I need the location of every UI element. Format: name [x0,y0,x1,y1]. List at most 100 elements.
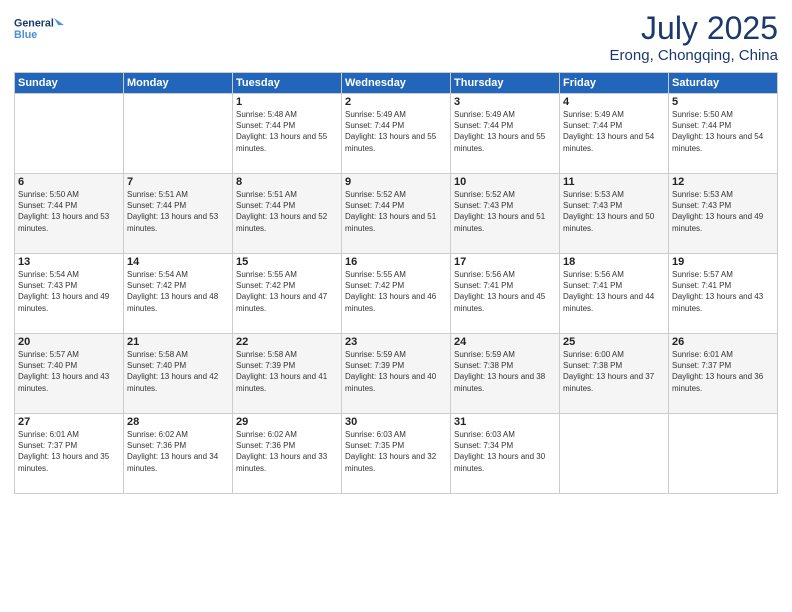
cell-details: Sunrise: 5:56 AMSunset: 7:41 PMDaylight:… [454,269,556,314]
calendar-cell: 1Sunrise: 5:48 AMSunset: 7:44 PMDaylight… [233,94,342,174]
day-number: 11 [563,176,665,188]
calendar-cell: 20Sunrise: 5:57 AMSunset: 7:40 PMDayligh… [15,334,124,414]
day-number: 17 [454,256,556,268]
cell-details: Sunrise: 5:49 AMSunset: 7:44 PMDaylight:… [563,109,665,154]
subtitle: Erong, Chongqing, China [610,47,778,64]
day-number: 5 [672,96,774,108]
cell-details: Sunrise: 5:54 AMSunset: 7:43 PMDaylight:… [18,269,120,314]
day-number: 16 [345,256,447,268]
cell-details: Sunrise: 5:59 AMSunset: 7:38 PMDaylight:… [454,349,556,394]
day-number: 20 [18,336,120,348]
day-number: 21 [127,336,229,348]
cell-details: Sunrise: 5:49 AMSunset: 7:44 PMDaylight:… [454,109,556,154]
calendar-cell: 19Sunrise: 5:57 AMSunset: 7:41 PMDayligh… [669,254,778,334]
cell-details: Sunrise: 5:52 AMSunset: 7:44 PMDaylight:… [345,189,447,234]
main-title: July 2025 [610,10,778,47]
calendar-cell: 5Sunrise: 5:50 AMSunset: 7:44 PMDaylight… [669,94,778,174]
calendar-cell: 25Sunrise: 6:00 AMSunset: 7:38 PMDayligh… [560,334,669,414]
cell-details: Sunrise: 5:58 AMSunset: 7:39 PMDaylight:… [236,349,338,394]
header-friday: Friday [560,73,669,94]
cell-details: Sunrise: 5:48 AMSunset: 7:44 PMDaylight:… [236,109,338,154]
day-number: 27 [18,416,120,428]
calendar-cell [669,414,778,494]
week-row-2: 6Sunrise: 5:50 AMSunset: 7:44 PMDaylight… [15,174,778,254]
day-number: 2 [345,96,447,108]
calendar-cell: 13Sunrise: 5:54 AMSunset: 7:43 PMDayligh… [15,254,124,334]
cell-details: Sunrise: 5:59 AMSunset: 7:39 PMDaylight:… [345,349,447,394]
cell-details: Sunrise: 6:02 AMSunset: 7:36 PMDaylight:… [236,429,338,474]
cell-details: Sunrise: 5:50 AMSunset: 7:44 PMDaylight:… [672,109,774,154]
day-number: 30 [345,416,447,428]
cell-details: Sunrise: 6:00 AMSunset: 7:38 PMDaylight:… [563,349,665,394]
day-number: 8 [236,176,338,188]
logo: General Blue [14,10,64,46]
cell-details: Sunrise: 5:56 AMSunset: 7:41 PMDaylight:… [563,269,665,314]
svg-text:General: General [14,18,54,30]
week-row-5: 27Sunrise: 6:01 AMSunset: 7:37 PMDayligh… [15,414,778,494]
cell-details: Sunrise: 5:58 AMSunset: 7:40 PMDaylight:… [127,349,229,394]
cell-details: Sunrise: 5:52 AMSunset: 7:43 PMDaylight:… [454,189,556,234]
calendar-cell [124,94,233,174]
title-block: July 2025 Erong, Chongqing, China [610,10,778,64]
calendar-cell: 26Sunrise: 6:01 AMSunset: 7:37 PMDayligh… [669,334,778,414]
header-thursday: Thursday [451,73,560,94]
page: General Blue July 2025 Erong, Chongqing,… [0,0,792,612]
day-number: 19 [672,256,774,268]
header-monday: Monday [124,73,233,94]
cell-details: Sunrise: 5:55 AMSunset: 7:42 PMDaylight:… [345,269,447,314]
cell-details: Sunrise: 5:55 AMSunset: 7:42 PMDaylight:… [236,269,338,314]
logo-svg: General Blue [14,10,64,46]
calendar-cell: 18Sunrise: 5:56 AMSunset: 7:41 PMDayligh… [560,254,669,334]
cell-details: Sunrise: 6:03 AMSunset: 7:34 PMDaylight:… [454,429,556,474]
day-number: 3 [454,96,556,108]
day-number: 31 [454,416,556,428]
header-tuesday: Tuesday [233,73,342,94]
cell-details: Sunrise: 5:53 AMSunset: 7:43 PMDaylight:… [563,189,665,234]
cell-details: Sunrise: 6:01 AMSunset: 7:37 PMDaylight:… [672,349,774,394]
day-number: 25 [563,336,665,348]
cell-details: Sunrise: 5:57 AMSunset: 7:41 PMDaylight:… [672,269,774,314]
cell-details: Sunrise: 5:51 AMSunset: 7:44 PMDaylight:… [236,189,338,234]
calendar-cell: 24Sunrise: 5:59 AMSunset: 7:38 PMDayligh… [451,334,560,414]
cell-details: Sunrise: 5:51 AMSunset: 7:44 PMDaylight:… [127,189,229,234]
calendar-cell: 15Sunrise: 5:55 AMSunset: 7:42 PMDayligh… [233,254,342,334]
calendar-cell: 2Sunrise: 5:49 AMSunset: 7:44 PMDaylight… [342,94,451,174]
calendar-cell: 9Sunrise: 5:52 AMSunset: 7:44 PMDaylight… [342,174,451,254]
cell-details: Sunrise: 6:02 AMSunset: 7:36 PMDaylight:… [127,429,229,474]
day-number: 9 [345,176,447,188]
week-row-3: 13Sunrise: 5:54 AMSunset: 7:43 PMDayligh… [15,254,778,334]
calendar-cell: 6Sunrise: 5:50 AMSunset: 7:44 PMDaylight… [15,174,124,254]
calendar-cell: 22Sunrise: 5:58 AMSunset: 7:39 PMDayligh… [233,334,342,414]
day-number: 15 [236,256,338,268]
day-number: 6 [18,176,120,188]
header-wednesday: Wednesday [342,73,451,94]
calendar-cell: 10Sunrise: 5:52 AMSunset: 7:43 PMDayligh… [451,174,560,254]
day-number: 29 [236,416,338,428]
day-number: 23 [345,336,447,348]
header-saturday: Saturday [669,73,778,94]
calendar-cell: 11Sunrise: 5:53 AMSunset: 7:43 PMDayligh… [560,174,669,254]
week-row-1: 1Sunrise: 5:48 AMSunset: 7:44 PMDaylight… [15,94,778,174]
calendar-cell: 21Sunrise: 5:58 AMSunset: 7:40 PMDayligh… [124,334,233,414]
calendar: Sunday Monday Tuesday Wednesday Thursday… [14,72,778,494]
header-sunday: Sunday [15,73,124,94]
day-number: 12 [672,176,774,188]
day-number: 22 [236,336,338,348]
day-number: 26 [672,336,774,348]
calendar-cell: 28Sunrise: 6:02 AMSunset: 7:36 PMDayligh… [124,414,233,494]
calendar-cell: 3Sunrise: 5:49 AMSunset: 7:44 PMDaylight… [451,94,560,174]
calendar-cell: 31Sunrise: 6:03 AMSunset: 7:34 PMDayligh… [451,414,560,494]
day-number: 14 [127,256,229,268]
day-number: 28 [127,416,229,428]
day-number: 1 [236,96,338,108]
calendar-cell [560,414,669,494]
day-number: 13 [18,256,120,268]
weekday-header-row: Sunday Monday Tuesday Wednesday Thursday… [15,73,778,94]
day-number: 7 [127,176,229,188]
calendar-cell: 12Sunrise: 5:53 AMSunset: 7:43 PMDayligh… [669,174,778,254]
cell-details: Sunrise: 5:49 AMSunset: 7:44 PMDaylight:… [345,109,447,154]
calendar-cell: 14Sunrise: 5:54 AMSunset: 7:42 PMDayligh… [124,254,233,334]
calendar-cell: 8Sunrise: 5:51 AMSunset: 7:44 PMDaylight… [233,174,342,254]
calendar-cell: 17Sunrise: 5:56 AMSunset: 7:41 PMDayligh… [451,254,560,334]
calendar-cell: 27Sunrise: 6:01 AMSunset: 7:37 PMDayligh… [15,414,124,494]
